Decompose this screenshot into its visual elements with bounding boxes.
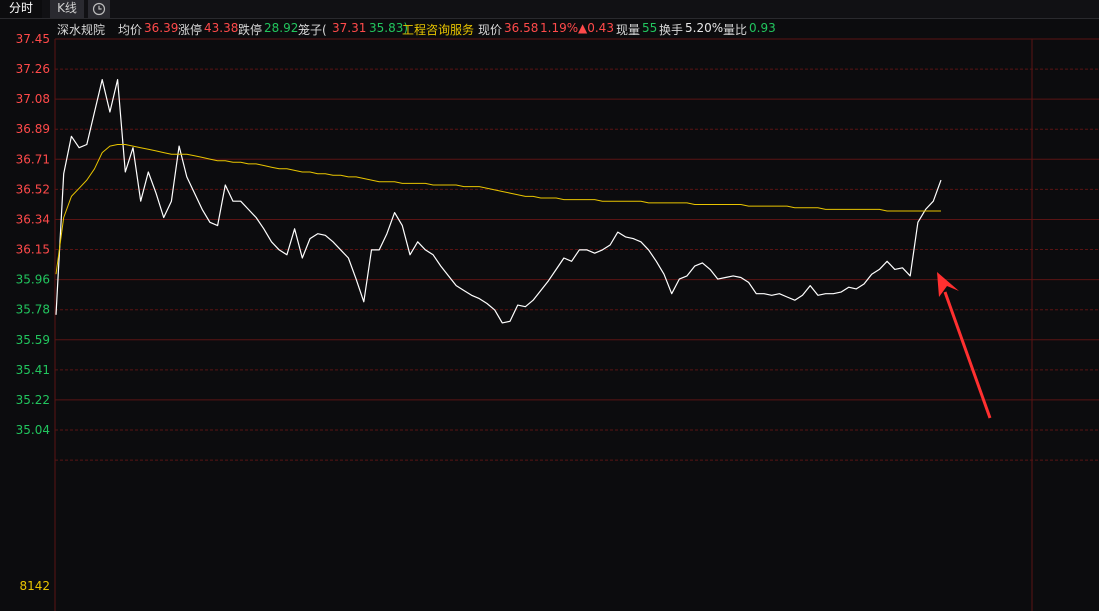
annotation-arrow-head <box>937 272 959 297</box>
price-line <box>55 78 942 324</box>
average-price-line <box>55 144 941 275</box>
volume-tick-label: 8142 <box>19 579 50 593</box>
y-tick-label: 36.15 <box>16 243 50 257</box>
intraday-chart[interactable]: 37.45 37.26 37.08 36.89 36.71 36.52 36.34 36.15… <box>0 0 1099 611</box>
y-tick-label: 37.45 <box>16 32 50 46</box>
y-tick-label: 35.59 <box>16 333 50 347</box>
y-tick-label: 36.89 <box>16 122 50 136</box>
y-tick-label: 36.52 <box>16 182 50 196</box>
annotation-arrow-shaft <box>943 291 992 419</box>
y-tick-label: 35.78 <box>16 303 50 317</box>
y-tick-label: 35.04 <box>16 423 50 437</box>
y-tick-label: 35.96 <box>16 273 50 287</box>
y-tick-label: 35.41 <box>16 363 50 377</box>
y-tick-label: 36.71 <box>16 152 50 166</box>
y-tick-label: 35.22 <box>16 393 50 407</box>
y-tick-label: 37.08 <box>16 92 50 106</box>
y-tick-label: 37.26 <box>16 62 50 76</box>
y-tick-label: 36.34 <box>16 212 50 226</box>
